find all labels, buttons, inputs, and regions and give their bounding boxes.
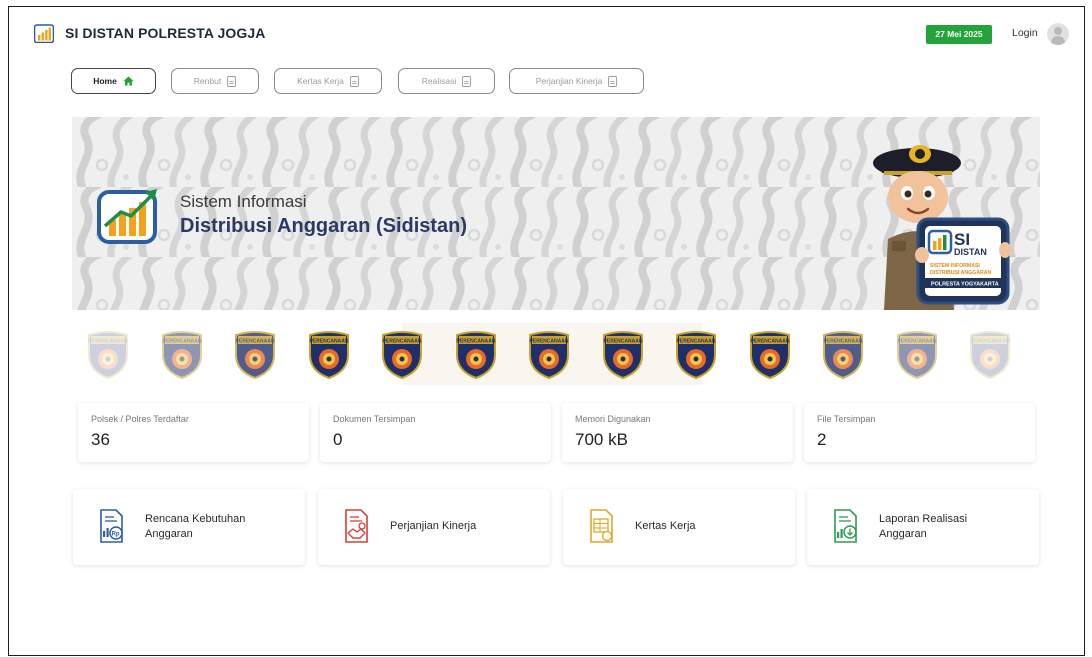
app-window: SI DISTAN POLRESTA JOGJA 27 Mei 2025 Log… <box>8 6 1085 656</box>
document-icon <box>349 75 359 87</box>
svg-text:PERENCANAAN: PERENCANAAN <box>971 339 1010 345</box>
realization-report-icon <box>834 509 857 543</box>
svg-text:PERENCANAAN: PERENCANAAN <box>383 339 422 345</box>
stat-value: 700 kB <box>575 430 628 449</box>
feature-label-line2: Anggaran <box>145 528 193 540</box>
svg-text:PERENCANAAN: PERENCANAAN <box>456 339 495 345</box>
perencanaan-shield-icon: PERENCANAAN <box>161 331 202 379</box>
police-mascot-illustration: SI DISTAN SISTEM INFORMASI DISTRIBUSI AN… <box>873 145 1011 310</box>
stat-label: File Tersimpan <box>817 414 876 424</box>
avatar[interactable] <box>1047 23 1069 45</box>
feature-label: Kertas Kerja <box>635 489 696 565</box>
perencanaan-shield-icon: PERENCANAAN <box>896 331 937 379</box>
nav-home-label: Home <box>93 76 117 86</box>
stat-label: Memori Digunakan <box>575 414 651 424</box>
home-icon <box>123 76 134 86</box>
feature-label: Rencana Kebutuhan Anggaran <box>145 489 245 565</box>
mascot-sign-distan: DISTAN <box>954 247 987 257</box>
user-body-icon <box>1051 36 1065 45</box>
document-icon <box>462 75 472 87</box>
svg-text:PERENCANAAN: PERENCANAAN <box>236 339 275 345</box>
perencanaan-shield-icon: PERENCANAAN <box>235 331 275 379</box>
feature-card-laporan-realisasi-anggaran[interactable]: Laporan Realisasi Anggaran <box>807 489 1039 565</box>
feature-label-line1: Kertas Kerja <box>635 520 696 533</box>
perencanaan-shield-icon: PERENCANAAN <box>382 331 422 379</box>
svg-text:PERENCANAAN: PERENCANAAN <box>530 339 569 345</box>
perencanaan-shield-icon: PERENCANAAN <box>529 331 569 379</box>
stat-card-file: File Tersimpan 2 <box>804 403 1035 462</box>
stat-card-memori: Memori Digunakan 700 kB <box>562 403 793 462</box>
date-badge: 27 Mei 2025 <box>926 25 992 44</box>
stat-label: Polsek / Polres Terdaftar <box>91 414 189 424</box>
mascot-sign-line3: SISTEM INFORMASI <box>930 263 980 269</box>
feature-label-line1: Perjanjian Kinerja <box>390 520 477 533</box>
worksheet-icon <box>590 509 613 543</box>
document-icon <box>608 75 618 87</box>
nav-realisasi-label: Realisasi <box>421 76 457 86</box>
mascot-sign-line5: POLRESTA YOGYAKARTA <box>931 282 999 288</box>
svg-text:PERENCANAAN: PERENCANAAN <box>677 339 716 345</box>
hero-subtitle: Sistem Informasi <box>180 192 307 211</box>
nav-renbut-label: Renbut <box>193 76 222 86</box>
svg-text:PERENCANAAN: PERENCANAAN <box>89 339 128 345</box>
perencanaan-shield-icon: PERENCANAAN <box>749 331 790 379</box>
feature-card-kertas-kerja[interactable]: Kertas Kerja <box>563 489 795 565</box>
app-title: SI DISTAN POLRESTA JOGJA <box>65 25 266 41</box>
sidistan-chart-logo-icon <box>97 189 157 244</box>
stat-value: 36 <box>91 430 110 449</box>
perencanaan-shield-icon: PERENCANAAN <box>602 331 643 379</box>
hero-title: Distribusi Anggaran (Sidistan) <box>180 215 468 237</box>
feature-label-line2: Anggaran <box>879 528 927 540</box>
login-link[interactable]: Login <box>1012 27 1038 39</box>
feature-label-line1: Rencana Kebutuhan <box>145 512 246 525</box>
agreement-icon <box>345 509 368 543</box>
svg-text:PERENCANAAN: PERENCANAAN <box>897 339 936 345</box>
nav-renbut-button[interactable]: Renbut <box>171 68 259 94</box>
document-icon <box>227 75 237 87</box>
app-logo-icon <box>34 24 54 43</box>
mascot-sign-line4: DISTRIBUSI ANGGARAN <box>930 270 991 276</box>
perencanaan-shield-icon: PERENCANAAN <box>455 331 496 379</box>
stat-card-polsek: Polsek / Polres Terdaftar 36 <box>78 403 309 462</box>
nav-perjanjian-kinerja-label: Perjanjian Kinerja <box>535 76 603 86</box>
svg-text:PERENCANAAN: PERENCANAAN <box>603 339 642 345</box>
stat-label: Dokumen Tersimpan <box>333 414 416 424</box>
badge-strip: PERENCANAAN PERENCANAAN PERENCANAAN PERENCA… <box>72 323 1040 385</box>
feature-label: Perjanjian Kinerja <box>390 489 476 565</box>
currency-glyph: Rp <box>112 532 120 538</box>
feature-label: Laporan Realisasi Anggaran <box>879 489 967 565</box>
perencanaan-shield-icon: PERENCANAAN <box>676 331 716 379</box>
svg-text:PERENCANAAN: PERENCANAAN <box>750 339 789 345</box>
svg-text:PERENCANAAN: PERENCANAAN <box>162 339 201 345</box>
feature-label-line1: Laporan Realisasi <box>879 512 968 525</box>
svg-text:PERENCANAAN: PERENCANAAN <box>824 339 863 345</box>
perencanaan-shield-icon: PERENCANAAN <box>970 331 1010 379</box>
perencanaan-shield-icon: PERENCANAAN <box>88 331 128 379</box>
nav-realisasi-button[interactable]: Realisasi <box>398 68 495 94</box>
perencanaan-shield-icon: PERENCANAAN <box>823 331 863 379</box>
top-header: SI DISTAN POLRESTA JOGJA 27 Mei 2025 Log… <box>9 7 1084 57</box>
nav-kertas-kerja-button[interactable]: Kertas Kerja <box>274 68 382 94</box>
feature-card-perjanjian-kinerja[interactable]: Perjanjian Kinerja <box>318 489 550 565</box>
budget-plan-icon: Rp <box>100 509 123 543</box>
stat-card-dokumen: Dokumen Tersimpan 0 <box>320 403 551 462</box>
perencanaan-shield-icon: PERENCANAAN <box>308 331 349 379</box>
nav-perjanjian-kinerja-button[interactable]: Perjanjian Kinerja <box>509 68 644 94</box>
stat-value: 0 <box>333 430 343 449</box>
hero-banner: Sistem Informasi Distribusi Anggaran (Si… <box>72 117 1040 310</box>
nav-home-button[interactable]: Home <box>71 68 156 94</box>
stat-value: 2 <box>817 430 827 449</box>
nav-kertas-kerja-label: Kertas Kerja <box>297 76 344 86</box>
feature-card-rencana-kebutuhan-anggaran[interactable]: Rp Rencana Kebutuhan Anggaran <box>73 489 305 565</box>
user-head-icon <box>1054 27 1062 35</box>
svg-text:PERENCANAAN: PERENCANAAN <box>309 339 348 345</box>
